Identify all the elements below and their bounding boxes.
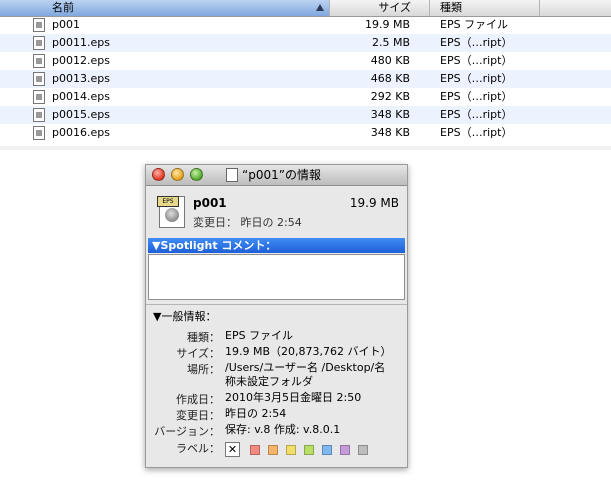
- file-row-kind: EPS（…ript）: [440, 72, 513, 85]
- column-header-name-label: 名前: [52, 1, 74, 14]
- column-header-name[interactable]: 名前: [0, 0, 330, 16]
- label-color-swatch[interactable]: [358, 445, 368, 455]
- column-header-kind[interactable]: 種類: [430, 0, 540, 16]
- file-row-kind: EPS（…ript）: [440, 90, 513, 103]
- info-row-key: サイズ：: [176, 347, 220, 360]
- file-row-kind: EPS（…ript）: [440, 54, 513, 67]
- info-row-key: 種類：: [187, 331, 220, 344]
- document-icon: [33, 126, 45, 140]
- get-info-window: “p001”の情報 EPS p001 19.9 MB 変更日： 昨日の 2:54…: [145, 164, 408, 468]
- document-icon: [33, 72, 45, 86]
- file-row-kind: EPS（…ript）: [440, 108, 513, 121]
- info-row-value: 19.9 MB（20,873,762 バイト）: [225, 345, 392, 358]
- label-color-swatch[interactable]: [250, 445, 260, 455]
- file-row-name: p0013.eps: [52, 72, 110, 85]
- eps-tag-label: EPS: [157, 196, 179, 207]
- document-proxy-icon[interactable]: [226, 168, 238, 182]
- window-title: “p001”の情報: [242, 168, 321, 182]
- file-row-size: 468 KB: [370, 72, 410, 85]
- file-row-size: 292 KB: [370, 90, 410, 103]
- spotlight-comments-field[interactable]: [148, 254, 405, 300]
- info-row-value: /Users/ユーザー名 /Desktop/名称未設定フォルダ: [225, 361, 386, 388]
- document-icon: [33, 90, 45, 104]
- info-row-value: EPS ファイル: [225, 329, 294, 342]
- label-color-swatch[interactable]: [322, 445, 332, 455]
- info-row-value: 2010年3月5日金曜日 2:50: [225, 391, 362, 404]
- file-row-name: p0011.eps: [52, 36, 110, 49]
- minimize-button[interactable]: [171, 168, 184, 181]
- spotlight-comments-toggle[interactable]: ▼Spotlight コメント：: [148, 238, 405, 253]
- info-row-key: バージョン：: [154, 425, 220, 438]
- file-row[interactable]: p0016.eps 348 KB EPS（…ript）: [0, 124, 611, 142]
- file-row-kind: EPS（…ript）: [440, 126, 513, 139]
- file-row[interactable]: p001 19.9 MB EPS ファイル: [0, 16, 611, 34]
- label-key: ラベル：: [176, 442, 220, 455]
- file-row-kind: EPS ファイル: [440, 18, 509, 31]
- label-none-button[interactable]: ✕: [225, 442, 240, 457]
- file-row-size: 348 KB: [370, 108, 410, 121]
- column-header-size[interactable]: サイズ: [330, 0, 430, 16]
- list-header: 名前 サイズ 種類: [0, 0, 611, 17]
- info-row-value: 昨日の 2:54: [225, 407, 287, 420]
- document-icon: [33, 108, 45, 122]
- close-button[interactable]: [152, 168, 165, 181]
- finder-list-view: 名前 サイズ 種類 p001 19.9 MB EPS ファイル p0011.eps 2.…: [0, 0, 611, 150]
- file-row-size: 480 KB: [370, 54, 410, 67]
- label-color-swatch[interactable]: [286, 445, 296, 455]
- document-icon: [33, 36, 45, 50]
- file-row-size: 2.5 MB: [371, 36, 410, 49]
- modified-date: 変更日： 昨日の 2:54: [193, 216, 302, 229]
- document-icon: [33, 18, 45, 32]
- zoom-button[interactable]: [190, 168, 203, 181]
- info-row-key: 作成日：: [176, 393, 220, 406]
- info-row-value: 保存: v.8 作成: v.8.0.1: [225, 423, 341, 436]
- preview-thumbnail-icon: [165, 208, 179, 222]
- file-row-size: 19.9 MB: [364, 18, 410, 31]
- file-row-size: 348 KB: [370, 126, 410, 139]
- section-divider: [146, 304, 407, 305]
- label-color-swatch[interactable]: [340, 445, 350, 455]
- label-picker: ラベル： ✕: [146, 441, 407, 459]
- list-footer-gap: [0, 146, 611, 150]
- file-size: 19.9 MB: [349, 196, 399, 210]
- file-row-name: p0016.eps: [52, 126, 110, 139]
- sort-ascending-icon: [316, 4, 324, 11]
- info-row-key: 場所：: [187, 363, 220, 376]
- file-row-name: p0014.eps: [52, 90, 110, 103]
- file-row-name: p001: [52, 18, 80, 31]
- file-row-name: p0015.eps: [52, 108, 110, 121]
- file-row[interactable]: p0011.eps 2.5 MB EPS（…ript）: [0, 34, 611, 52]
- file-row[interactable]: p0015.eps 348 KB EPS（…ript）: [0, 106, 611, 124]
- file-name: p001: [193, 196, 227, 210]
- file-row[interactable]: p0013.eps 468 KB EPS（…ript）: [0, 70, 611, 88]
- label-color-swatch[interactable]: [304, 445, 314, 455]
- window-titlebar[interactable]: “p001”の情報: [146, 165, 407, 186]
- eps-file-icon: EPS: [157, 196, 185, 228]
- document-icon: [33, 54, 45, 68]
- label-color-swatch[interactable]: [268, 445, 278, 455]
- file-row[interactable]: p0012.eps 480 KB EPS（…ript）: [0, 52, 611, 70]
- file-row-kind: EPS（…ript）: [440, 36, 513, 49]
- file-row[interactable]: p0014.eps 292 KB EPS（…ript）: [0, 88, 611, 106]
- general-info-toggle[interactable]: ▼一般情報：: [153, 308, 216, 324]
- info-row-key: 変更日：: [176, 409, 220, 422]
- info-summary: EPS p001 19.9 MB 変更日： 昨日の 2:54: [146, 186, 407, 238]
- file-row-name: p0012.eps: [52, 54, 110, 67]
